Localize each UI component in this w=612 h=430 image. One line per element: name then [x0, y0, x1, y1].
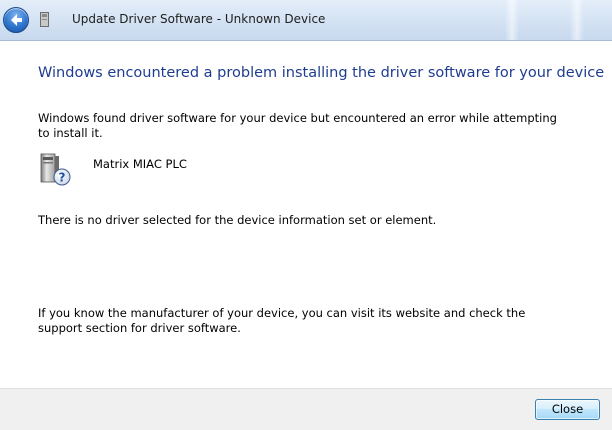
error-message: There is no driver selected for the devi…: [38, 213, 437, 227]
back-button[interactable]: [3, 7, 29, 33]
description-text: Windows found driver software for your d…: [38, 111, 557, 140]
close-button[interactable]: Close: [535, 399, 600, 420]
glass-reflection: [570, 0, 584, 40]
glass-reflection: [505, 0, 519, 40]
device-icon: [40, 12, 49, 27]
window-title: Update Driver Software - Unknown Device: [72, 12, 326, 26]
page-title: Windows encountered a problem installing…: [38, 65, 605, 81]
unknown-device-icon: ?: [40, 153, 71, 186]
title-bar: Update Driver Software - Unknown Device: [0, 0, 612, 41]
button-bar: Close: [0, 388, 612, 430]
back-arrow-icon: [11, 14, 22, 26]
device-name: Matrix MIAC PLC: [93, 157, 187, 171]
svg-text:?: ?: [59, 171, 66, 185]
help-text: If you know the manufacturer of your dev…: [38, 306, 526, 335]
dialog-content: Windows encountered a problem installing…: [0, 41, 612, 388]
